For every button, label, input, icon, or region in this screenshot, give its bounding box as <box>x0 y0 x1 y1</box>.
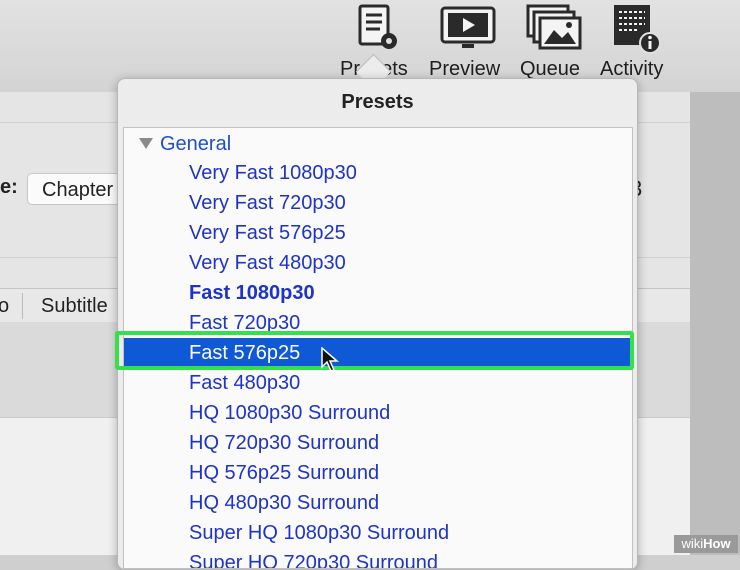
window-edge <box>690 92 740 555</box>
preview-icon <box>440 6 496 48</box>
disclosure-triangle-icon[interactable] <box>139 138 153 149</box>
watermark: wikiHow <box>674 535 738 553</box>
mouse-cursor-icon <box>321 347 339 372</box>
preset-item[interactable]: Very Fast 1080p30 <box>124 158 632 188</box>
presets-icon <box>358 4 397 49</box>
preset-item[interactable]: Super HQ 1080p30 Surround <box>124 518 632 548</box>
range-label: e: <box>0 176 18 198</box>
preset-item[interactable]: HQ 480p30 Surround <box>124 488 632 518</box>
preset-item[interactable]: Very Fast 480p30 <box>124 248 632 278</box>
preset-item[interactable]: Super HQ 720p30 Surround <box>124 548 632 568</box>
tab-divider <box>22 293 23 319</box>
preset-item[interactable]: Fast 480p30 <box>124 368 632 398</box>
preset-item[interactable]: HQ 720p30 Surround <box>124 428 632 458</box>
highlight-outline <box>115 331 634 370</box>
tab-subtitles[interactable]: Subtitle <box>41 289 108 323</box>
tab-audio[interactable]: o <box>0 289 9 323</box>
preset-item[interactable]: Very Fast 576p25 <box>124 218 632 248</box>
popover-title: Presets <box>341 91 414 113</box>
preset-item-default[interactable]: Fast 1080p30 <box>124 278 632 308</box>
group-label: General <box>160 133 232 155</box>
preset-item[interactable]: HQ 576p25 Surround <box>124 458 632 488</box>
preset-item[interactable]: Very Fast 720p30 <box>124 188 632 218</box>
watermark-part2: How <box>703 536 731 551</box>
preset-item[interactable]: HQ 1080p30 Surround <box>124 398 632 428</box>
watermark-part1: wiki <box>681 536 704 551</box>
queue-icon <box>526 4 582 50</box>
activity-icon <box>614 5 661 54</box>
